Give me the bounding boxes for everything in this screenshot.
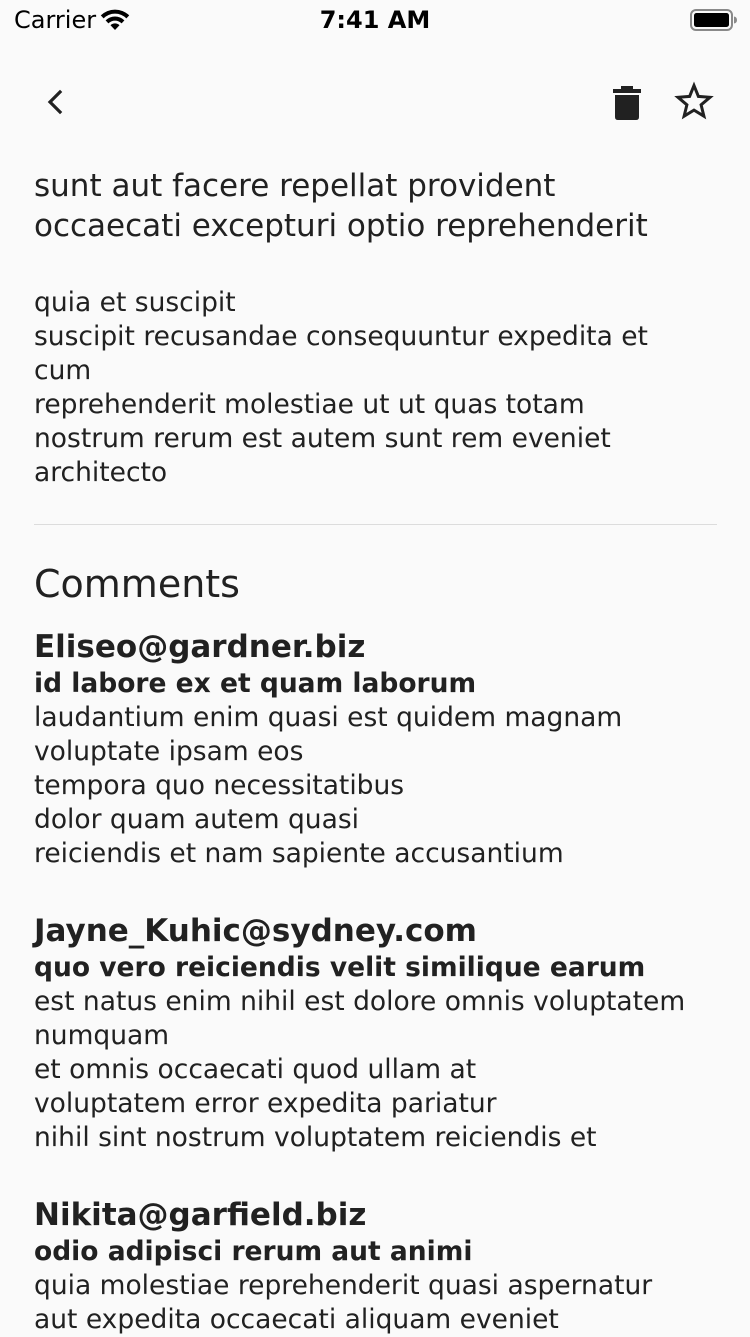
trash-icon [613, 86, 641, 120]
back-button[interactable] [30, 80, 82, 124]
comment-email: Nikita@garfield.biz [34, 1197, 367, 1233]
comment-item: Eliseo@gardner.biz id labore ex et quam … [34, 627, 724, 871]
comment-email: Eliseo@gardner.biz [34, 629, 366, 665]
comment-body: quia molestiae reprehenderit quasi asper… [34, 1270, 653, 1335]
comment-name: quo vero reiciendis velit similique earu… [34, 952, 646, 983]
comment-body: laudantium enim quasi est quidem magnam … [34, 702, 623, 869]
chevron-left-icon [47, 89, 63, 115]
app-bar [0, 62, 750, 142]
divider [34, 524, 717, 525]
status-time: 7:41 AM [319, 6, 431, 34]
delete-button[interactable] [603, 76, 651, 128]
comments-heading: Comments [34, 562, 240, 606]
comment-body: est natus enim nihil est dolore omnis vo… [34, 986, 686, 1153]
star-outline-icon [674, 81, 714, 120]
comment-name: odio adipisci rerum aut animi [34, 1236, 473, 1267]
comment-item: Jayne_Kuhic@sydney.com quo vero reiciend… [34, 911, 724, 1155]
post-body: quia et suscipit suscipit recusandae con… [34, 287, 648, 488]
comment-name: id labore ex et quam laborum [34, 668, 477, 699]
battery-icon [690, 9, 737, 31]
comment-email: Jayne_Kuhic@sydney.com [34, 913, 477, 949]
favorite-button[interactable] [670, 76, 718, 128]
status-bar: Carrier 7:41 AM [0, 0, 750, 40]
post-title: sunt aut facere repellat provident occae… [34, 168, 648, 244]
post-detail: sunt aut facere repellat provident occae… [34, 166, 724, 1337]
comment-item: Nikita@garfield.biz odio adipisci rerum … [34, 1195, 724, 1337]
